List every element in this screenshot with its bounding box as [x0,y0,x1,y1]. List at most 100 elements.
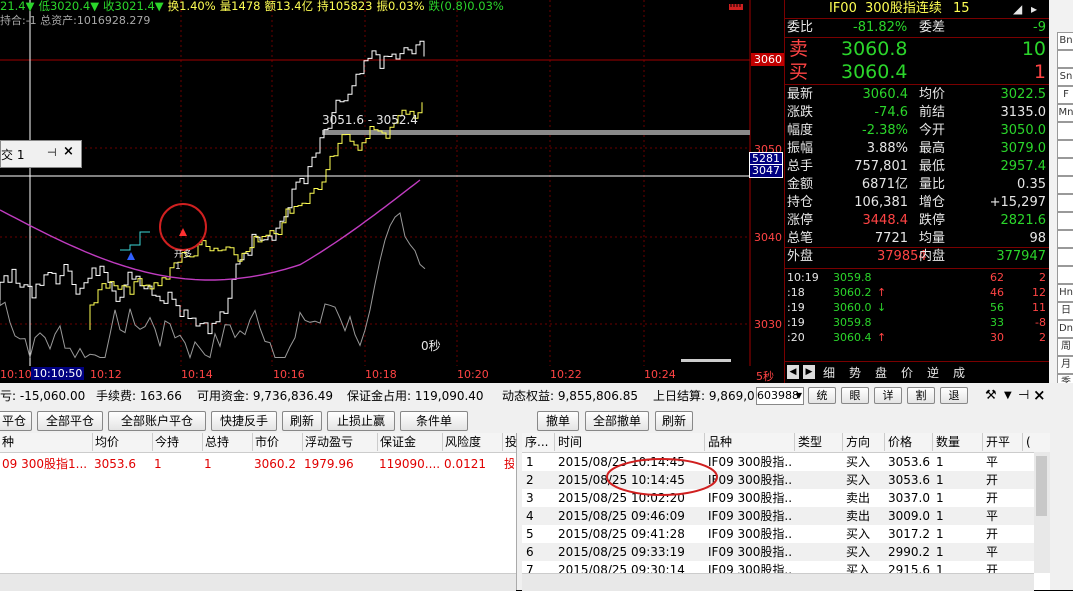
scrollbar-thumb[interactable] [1036,456,1047,516]
position-action-button[interactable]: 平仓 [0,411,32,431]
close-icon[interactable]: × [1033,382,1046,408]
column-header[interactable]: 价格 [884,433,912,451]
column-header[interactable]: ( [1022,433,1031,451]
position-cell[interactable]: 1 [154,455,200,473]
side-tool-button[interactable] [1057,212,1073,230]
column-header[interactable]: 类型 [794,433,822,451]
column-header[interactable]: 序... [522,433,548,451]
column-header[interactable]: 投 [502,433,517,451]
quote-tab[interactable]: 细 [823,364,835,381]
vertical-scrollbar[interactable] [1034,452,1050,573]
position-cell[interactable]: 投 [504,455,514,473]
order-action-button[interactable]: 撤单 [537,411,579,431]
side-tool-button[interactable]: F [1057,86,1073,104]
horizontal-scrollbar[interactable] [522,573,1034,591]
column-header[interactable]: 开平 [982,433,1010,451]
side-tool-button[interactable] [1057,266,1073,284]
chart-canvas[interactable] [0,0,784,383]
trade-panel[interactable]: 交 1 ⊣ × [0,140,82,168]
status-tool-button[interactable]: 统 [808,387,836,404]
position-action-button[interactable]: 刷新 [282,411,322,431]
status-pnl: 亏: -15,060.00 [0,389,86,403]
quote-tab[interactable]: 势 [849,364,861,381]
status-tool-button[interactable]: 退 [940,387,968,404]
side-tool-button[interactable] [1057,194,1073,212]
column-header[interactable]: 保证金 [377,433,416,451]
position-action-button[interactable]: 全部平仓 [37,411,103,431]
weibi-value: -81.82% [853,20,908,35]
scroll-right-icon[interactable]: ▶ [803,365,815,379]
stat-label: 增仓 [919,195,946,210]
position-cell[interactable]: 0.0121 [444,455,500,473]
stat-row: 涨跌 -74.6 前结 3135.0 [785,104,1050,122]
position-cell[interactable]: 3053.6 [94,455,150,473]
price-chart[interactable]: 21.4▼ 低3020.4▼ 收3021.4▼ 换1.40% 量1478 额13.4亿 持1… [0,0,784,383]
position-cell[interactable]: 09 300股指1... [2,455,90,473]
position-cell[interactable]: 119090.... [379,455,440,473]
status-tool-button[interactable]: 眼 [841,387,869,404]
column-header[interactable]: 今持 [152,433,179,451]
side-tool-button[interactable] [1057,140,1073,158]
side-tool-button[interactable]: 周 [1057,338,1073,356]
buy-row[interactable]: 买 3060.4 1 [785,61,1050,83]
tools-icon[interactable]: ⚒ [985,383,997,409]
prev-icon[interactable]: ◢ [1013,0,1022,18]
column-header[interactable]: 浮动盈亏 [302,433,353,451]
position-cell[interactable]: 3060.2 [254,455,300,473]
column-header[interactable]: 数量 [932,433,960,451]
side-tool-button[interactable]: Dn [1057,320,1073,338]
order-cell [798,525,840,543]
horizontal-scrollbar[interactable] [0,573,516,591]
column-header[interactable]: 品种 [704,433,732,451]
column-header[interactable]: 市价 [252,433,279,451]
position-cell[interactable]: 1 [204,455,250,473]
side-tool-button[interactable]: Bn [1057,32,1073,50]
side-tool-button[interactable]: 月 [1057,356,1073,374]
chevron-down-icon: ▼ [795,391,802,400]
quote-tab[interactable]: 价 [901,364,913,381]
order-action-button[interactable]: 刷新 [655,411,693,431]
tick-time: :20 [787,331,805,344]
trade-marker-qty: 1 [175,262,181,272]
order-action-button[interactable]: 全部撤单 [585,411,649,431]
position-action-button[interactable]: 快捷反手 [211,411,277,431]
column-header[interactable]: 种 [0,433,14,451]
column-header[interactable]: 均价 [92,433,119,451]
position-action-button[interactable]: 全部账户平仓 [108,411,206,431]
ruler-icon[interactable] [728,2,748,12]
account-select[interactable]: 603988 ▼ [756,387,804,405]
side-tool-button[interactable]: 日 [1057,302,1073,320]
position-cell[interactable]: 1979.96 [304,455,375,473]
quote-tab[interactable]: 盘 [875,364,887,381]
quote-tab[interactable]: 逆 [927,364,939,381]
side-tool-button[interactable]: Sn [1057,68,1073,86]
next-icon[interactable]: ▸ [1031,0,1037,18]
side-tool-button[interactable] [1057,176,1073,194]
side-tool-button[interactable] [1057,122,1073,140]
position-action-button[interactable]: 条件单 [400,411,468,431]
stat-label: 最新 [787,87,814,102]
period-label[interactable]: 5秒 [756,368,774,383]
column-header[interactable]: 风险度 [442,433,481,451]
status-tool-button[interactable]: 割 [907,387,935,404]
side-tool-button[interactable] [1057,248,1073,266]
pin-icon[interactable]: ⊣ [47,146,57,159]
weibi-label: 委比 [787,20,814,35]
side-tool-button[interactable] [1057,50,1073,68]
column-header[interactable]: 总持 [202,433,229,451]
column-header[interactable]: 时间 [554,433,582,451]
pin-icon[interactable]: ⊣ [1018,383,1029,409]
close-icon[interactable]: × [63,144,74,159]
scroll-left-icon[interactable]: ◀ [787,365,799,379]
side-tool-button[interactable]: Mn [1057,104,1073,122]
status-tool-button[interactable]: 详 [874,387,902,404]
sell-row[interactable]: 卖 3060.8 10 [785,38,1050,60]
outer-inner-row: 外盘 379854 内盘 377947 [785,248,1050,266]
menu-arrow-icon[interactable]: ▼ [1004,383,1012,409]
side-tool-button[interactable] [1057,158,1073,176]
column-header[interactable]: 方向 [842,433,870,451]
side-tool-button[interactable]: Hn [1057,284,1073,302]
position-action-button[interactable]: 止损止赢 [327,411,395,431]
quote-tab[interactable]: 成 [953,364,965,381]
side-tool-button[interactable] [1057,230,1073,248]
